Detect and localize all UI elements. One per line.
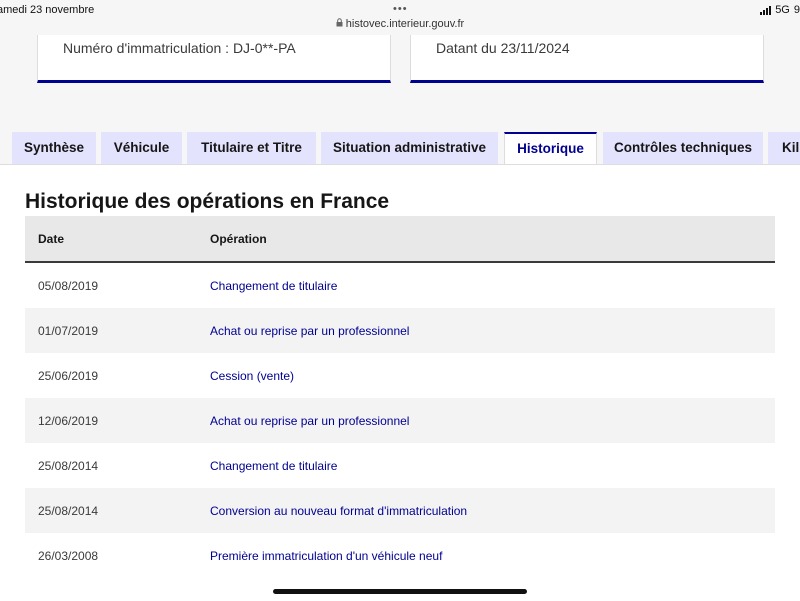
column-header-operation: Opération: [210, 232, 267, 246]
row-operation-link[interactable]: Changement de titulaire: [210, 459, 337, 473]
home-indicator[interactable]: [273, 589, 527, 594]
row-operation-link[interactable]: Changement de titulaire: [210, 279, 337, 293]
tab-situation-administrative[interactable]: Situation administrative: [321, 132, 498, 164]
row-date: 26/03/2008: [38, 549, 99, 563]
row-date: 25/06/2019: [38, 369, 99, 383]
table-row: 25/08/2014 Conversion au nouveau format …: [25, 488, 775, 533]
table-row: 25/06/2019 Cession (vente): [25, 353, 775, 398]
row-date: 12/06/2019: [38, 414, 99, 428]
table-row: 01/07/2019 Achat ou reprise par un profe…: [25, 308, 775, 353]
tab-synthese[interactable]: Synthèse: [12, 132, 96, 164]
row-operation-link[interactable]: Cession (vente): [210, 369, 294, 383]
table-header: Date Opération: [25, 216, 775, 263]
report-date: Datant du 23/11/2024: [436, 40, 570, 56]
tab-bar: Synthèse Véhicule Titulaire et Titre Sit…: [0, 132, 800, 165]
section-title: Historique des opérations en France: [25, 190, 390, 213]
tab-vehicule[interactable]: Véhicule: [101, 132, 182, 164]
tab-controles-techniques[interactable]: Contrôles techniques: [603, 132, 763, 164]
date-card: Datant du 23/11/2024: [410, 35, 764, 83]
lock-icon: [336, 14, 343, 34]
row-operation-link[interactable]: Achat ou reprise par un professionnel: [210, 324, 409, 338]
row-date: 01/07/2019: [38, 324, 99, 338]
row-date: 25/08/2014: [38, 459, 99, 473]
row-operation-link[interactable]: Conversion au nouveau format d'immatricu…: [210, 504, 467, 518]
table-row: 12/06/2019 Achat ou reprise par un profe…: [25, 398, 775, 443]
row-date: 05/08/2019: [38, 279, 99, 293]
row-operation-link[interactable]: Première immatriculation d'un véhicule n…: [210, 549, 442, 563]
url-bar[interactable]: histovec.interieur.gouv.fr: [0, 14, 800, 34]
row-date: 25/08/2014: [38, 504, 99, 518]
registration-card: Numéro d'immatriculation : DJ-0**-PA: [37, 35, 391, 83]
table-row: 05/08/2019 Changement de titulaire: [25, 263, 775, 308]
url-text: histovec.interieur.gouv.fr: [345, 18, 465, 30]
table-row: 26/03/2008 Première immatriculation d'un…: [25, 533, 775, 578]
tab-kilometrage[interactable]: Kil: [768, 132, 800, 164]
row-operation-link[interactable]: Achat ou reprise par un professionnel: [210, 414, 409, 428]
registration-number: Numéro d'immatriculation : DJ-0**-PA: [63, 40, 296, 56]
table-row: 25/08/2014 Changement de titulaire: [25, 443, 775, 488]
tab-historique[interactable]: Historique: [504, 132, 597, 165]
column-header-date: Date: [38, 232, 65, 246]
history-table: Date Opération 05/08/2019 Changement de …: [25, 216, 775, 578]
tab-titulaire-titre[interactable]: Titulaire et Titre: [187, 132, 316, 164]
